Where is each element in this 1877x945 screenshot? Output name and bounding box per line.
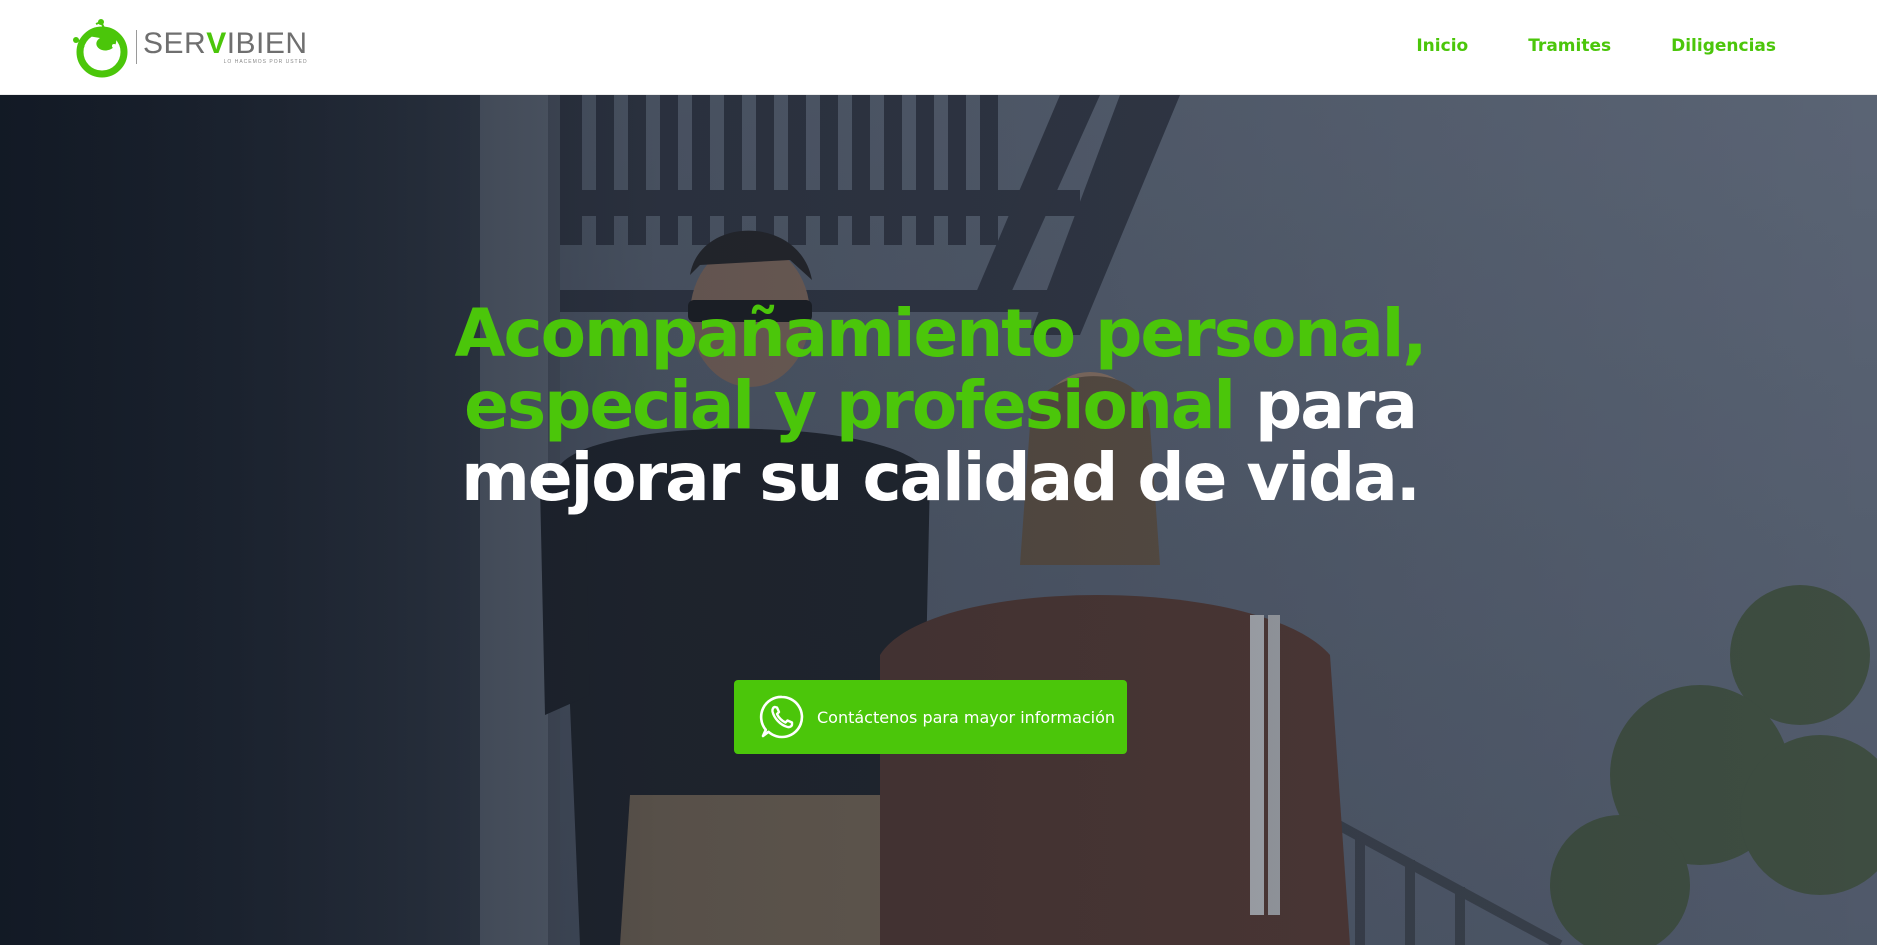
whatsapp-contact-label: Contáctenos para mayor información (817, 707, 1116, 727)
gecko-logo-icon (73, 19, 128, 78)
whatsapp-contact-button[interactable]: Contáctenos para mayor información (734, 680, 1127, 754)
whatsapp-icon (759, 695, 804, 739)
brand-logo[interactable]: SERVIBIEN LO HACEMOS POR USTED (68, 16, 308, 78)
nav-link-tramites[interactable]: Tramites (1528, 36, 1611, 56)
logo-word-prefix: SER (143, 27, 207, 60)
nav-link-diligencias[interactable]: Diligencias (1671, 36, 1776, 56)
hero-section: Acompañamiento personal, especial y prof… (0, 95, 1877, 945)
logo-divider (136, 30, 137, 64)
nav-link-inicio[interactable]: Inicio (1416, 36, 1468, 56)
site-header: SERVIBIEN LO HACEMOS POR USTED Inicio Tr… (0, 0, 1877, 95)
logo-word-suffix: IBIEN (226, 27, 308, 60)
logo-text: SERVIBIEN LO HACEMOS POR USTED (143, 29, 308, 65)
main-nav: Inicio Tramites Diligencias (1416, 36, 1776, 56)
logo-word-accent: V (206, 27, 227, 60)
logo-wordmark: SERVIBIEN (143, 29, 308, 59)
logo-tagline: LO HACEMOS POR USTED (223, 59, 308, 65)
hero-background-photo (0, 95, 1877, 945)
hero-headline: Acompañamiento personal, especial y prof… (440, 298, 1440, 514)
